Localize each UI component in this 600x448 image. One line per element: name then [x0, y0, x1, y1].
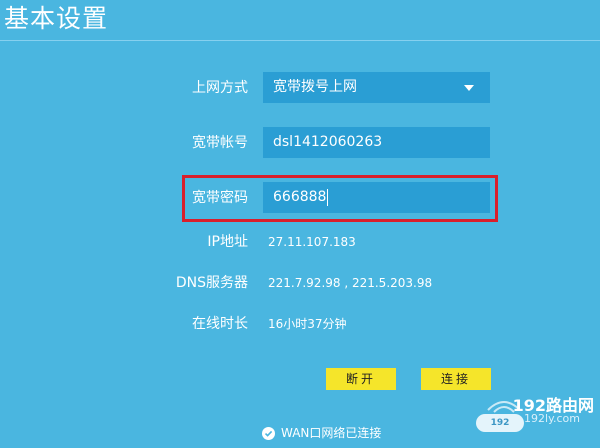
uptime-value: 16小时37分钟 — [268, 317, 347, 331]
site-watermark: 192 192路由网 192ly.com — [476, 388, 596, 444]
account-label: 宽带帐号 — [192, 135, 248, 151]
title-divider — [0, 40, 600, 41]
watermark-badge: 192 — [476, 414, 524, 432]
check-circle-icon — [262, 426, 275, 440]
account-field[interactable]: dsl1412060263 — [263, 127, 490, 158]
wan-status-text: WAN口网络已连接 — [281, 426, 382, 440]
page-title: 基本设置 — [4, 4, 109, 33]
disconnect-button[interactable]: 断开 — [326, 368, 396, 390]
dns-value: 221.7.92.98 , 221.5.203.98 — [268, 276, 433, 290]
connect-button[interactable]: 连接 — [421, 368, 491, 390]
watermark-sub: 192ly.com — [524, 412, 580, 425]
ip-value: 27.11.107.183 — [268, 235, 356, 249]
connection-type-select[interactable]: 宽带拨号上网 — [263, 72, 490, 103]
account-value: dsl1412060263 — [273, 134, 383, 150]
dns-label: DNS服务器 — [175, 275, 248, 291]
connection-type-label: 上网方式 — [192, 80, 248, 96]
connection-type-value: 宽带拨号上网 — [273, 79, 357, 95]
password-field[interactable]: 666888 — [263, 182, 490, 213]
password-label: 宽带密码 — [192, 190, 248, 206]
wan-status: WAN口网络已连接 — [262, 424, 381, 442]
text-cursor — [327, 188, 329, 206]
password-value: 666888 — [273, 189, 327, 205]
chevron-down-icon[interactable] — [464, 85, 474, 91]
uptime-label: 在线时长 — [192, 316, 248, 332]
ip-label: IP地址 — [207, 234, 248, 250]
